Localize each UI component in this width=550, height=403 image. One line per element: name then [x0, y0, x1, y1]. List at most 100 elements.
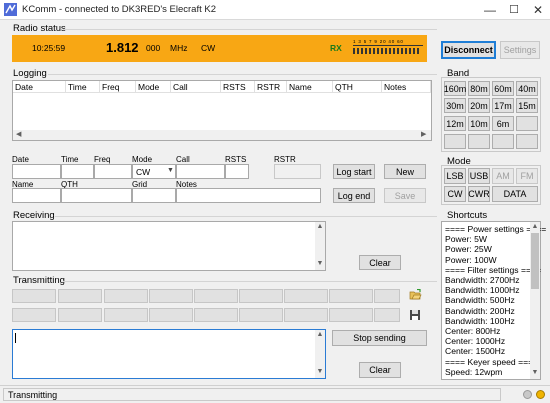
band-12m-button[interactable]: 12m	[444, 116, 466, 131]
name-field[interactable]	[12, 188, 61, 203]
save-button[interactable]: Save	[384, 188, 426, 203]
band-empty-button[interactable]	[492, 134, 514, 149]
mode-cwr-button[interactable]: CWR	[468, 186, 490, 202]
settings-button[interactable]: Settings	[500, 41, 540, 59]
macro-button-5[interactable]	[194, 289, 238, 303]
macro-button-6[interactable]	[239, 289, 283, 303]
transmit-v-scrollbar[interactable]: ▲ ▼	[315, 330, 325, 378]
log-end-button[interactable]: Log end	[333, 188, 375, 203]
band-40m-button[interactable]: 40m	[516, 81, 538, 96]
macro-button-3[interactable]	[104, 289, 148, 303]
receiving-clear-button[interactable]: Clear	[359, 255, 401, 270]
list-item[interactable]: ==== Filter settings ====	[445, 265, 541, 275]
save-icon[interactable]	[409, 309, 421, 321]
title-bar[interactable]: KComm - connected to DK3RED's Elecraft K…	[0, 0, 550, 20]
macro-button-1[interactable]	[12, 289, 56, 303]
scroll-down-icon[interactable]: ▼	[530, 369, 540, 376]
close-button[interactable]: ✕	[526, 0, 550, 20]
scroll-up-icon[interactable]: ▲	[315, 331, 325, 338]
macro-button-9[interactable]	[374, 289, 400, 303]
macro-button-18[interactable]	[374, 308, 400, 322]
scroll-up-icon[interactable]: ▲	[530, 223, 540, 230]
band-6m-button[interactable]: 6m	[492, 116, 514, 131]
macro-button-4[interactable]	[149, 289, 193, 303]
list-item[interactable]: Center: 800Hz	[445, 326, 500, 336]
mode-select[interactable]: CW ▼	[132, 164, 176, 179]
minimize-button[interactable]: —	[478, 0, 502, 20]
band-80m-button[interactable]: 80m	[468, 81, 490, 96]
macro-button-10[interactable]	[12, 308, 56, 322]
receive-text-area[interactable]: ▲ ▼	[12, 221, 326, 271]
column-header-notes[interactable]: Notes	[382, 81, 431, 93]
scroll-left-icon[interactable]: ◀	[16, 130, 21, 138]
list-item[interactable]: Speed: 12wpm	[445, 367, 502, 377]
chevron-down-icon[interactable]: ▼	[167, 167, 174, 174]
shortcuts-v-scrollbar[interactable]: ▲ ▼	[530, 222, 540, 379]
list-item[interactable]: ==== Keyer speed ====	[445, 357, 538, 367]
macro-button-7[interactable]	[284, 289, 328, 303]
list-item[interactable]: Bandwidth: 200Hz	[445, 306, 515, 316]
macro-button-12[interactable]	[104, 308, 148, 322]
band-60m-button[interactable]: 60m	[492, 81, 514, 96]
log-table-h-scrollbar[interactable]: ◀ ▶	[13, 130, 431, 140]
column-header-date[interactable]: Date	[13, 81, 66, 93]
macro-button-11[interactable]	[58, 308, 102, 322]
transmit-text-area[interactable]: ▲ ▼	[12, 329, 326, 379]
macro-button-17[interactable]	[329, 308, 373, 322]
scroll-down-icon[interactable]: ▼	[315, 260, 325, 267]
scrollbar-thumb[interactable]	[531, 233, 539, 289]
mode-fm-button[interactable]: FM	[516, 168, 538, 184]
transmitting-clear-button[interactable]: Clear	[359, 362, 401, 378]
log-start-button[interactable]: Log start	[333, 164, 375, 179]
band-empty-button[interactable]	[444, 134, 466, 149]
macro-button-2[interactable]	[58, 289, 102, 303]
time-field[interactable]	[61, 164, 94, 179]
column-header-name[interactable]: Name	[287, 81, 333, 93]
mode-lsb-button[interactable]: LSB	[444, 168, 466, 184]
rsts-field[interactable]	[225, 164, 249, 179]
list-item[interactable]: Center: 1500Hz	[445, 346, 505, 356]
scroll-up-icon[interactable]: ▲	[315, 223, 325, 230]
open-folder-icon[interactable]	[409, 289, 422, 301]
band-20m-button[interactable]: 20m	[468, 98, 490, 113]
scroll-right-icon[interactable]: ▶	[421, 130, 426, 138]
macro-button-8[interactable]	[329, 289, 373, 303]
call-field[interactable]	[176, 164, 225, 179]
band-10m-button[interactable]: 10m	[468, 116, 490, 131]
band-30m-button[interactable]: 30m	[444, 98, 466, 113]
column-header-mode[interactable]: Mode	[136, 81, 171, 93]
column-header-freq[interactable]: Freq	[100, 81, 136, 93]
scroll-down-icon[interactable]: ▼	[315, 368, 325, 375]
grid-field[interactable]	[132, 188, 176, 203]
band-empty-button[interactable]	[516, 116, 538, 131]
list-item[interactable]: Power: 25W	[445, 244, 492, 254]
column-header-rstr[interactable]: RSTR	[255, 81, 287, 93]
list-item[interactable]: Bandwidth: 100Hz	[445, 316, 515, 326]
receive-v-scrollbar[interactable]: ▲ ▼	[315, 222, 325, 270]
mode-cw-button[interactable]: CW	[444, 186, 466, 202]
stop-sending-button[interactable]: Stop sending	[332, 330, 427, 346]
column-header-call[interactable]: Call	[171, 81, 221, 93]
list-item[interactable]: Power: 100W	[445, 255, 497, 265]
list-item[interactable]: Power: 5W	[445, 234, 487, 244]
list-item[interactable]: Bandwidth: 1000Hz	[445, 285, 520, 295]
freq-field[interactable]	[94, 164, 132, 179]
column-header-qth[interactable]: QTH	[333, 81, 382, 93]
log-table[interactable]: Date Time Freq Mode Call RSTS RSTR Name …	[12, 80, 432, 141]
disconnect-button[interactable]: Disconnect	[441, 41, 496, 59]
qth-field[interactable]	[61, 188, 132, 203]
band-empty-button[interactable]	[468, 134, 490, 149]
list-item[interactable]: Center: 1000Hz	[445, 336, 505, 346]
shortcuts-list[interactable]: ==== Power settings ==== Power: 5W Power…	[441, 221, 546, 380]
macro-button-13[interactable]	[149, 308, 193, 322]
band-160m-button[interactable]: 160m	[444, 81, 466, 96]
band-15m-button[interactable]: 15m	[516, 98, 538, 113]
notes-field[interactable]	[176, 188, 321, 203]
date-field[interactable]	[12, 164, 61, 179]
macro-button-15[interactable]	[239, 308, 283, 322]
rstr-field[interactable]	[274, 164, 321, 179]
macro-button-16[interactable]	[284, 308, 328, 322]
mode-am-button[interactable]: AM	[492, 168, 514, 184]
column-header-rsts[interactable]: RSTS	[221, 81, 255, 93]
mode-data-button[interactable]: DATA	[492, 186, 538, 202]
